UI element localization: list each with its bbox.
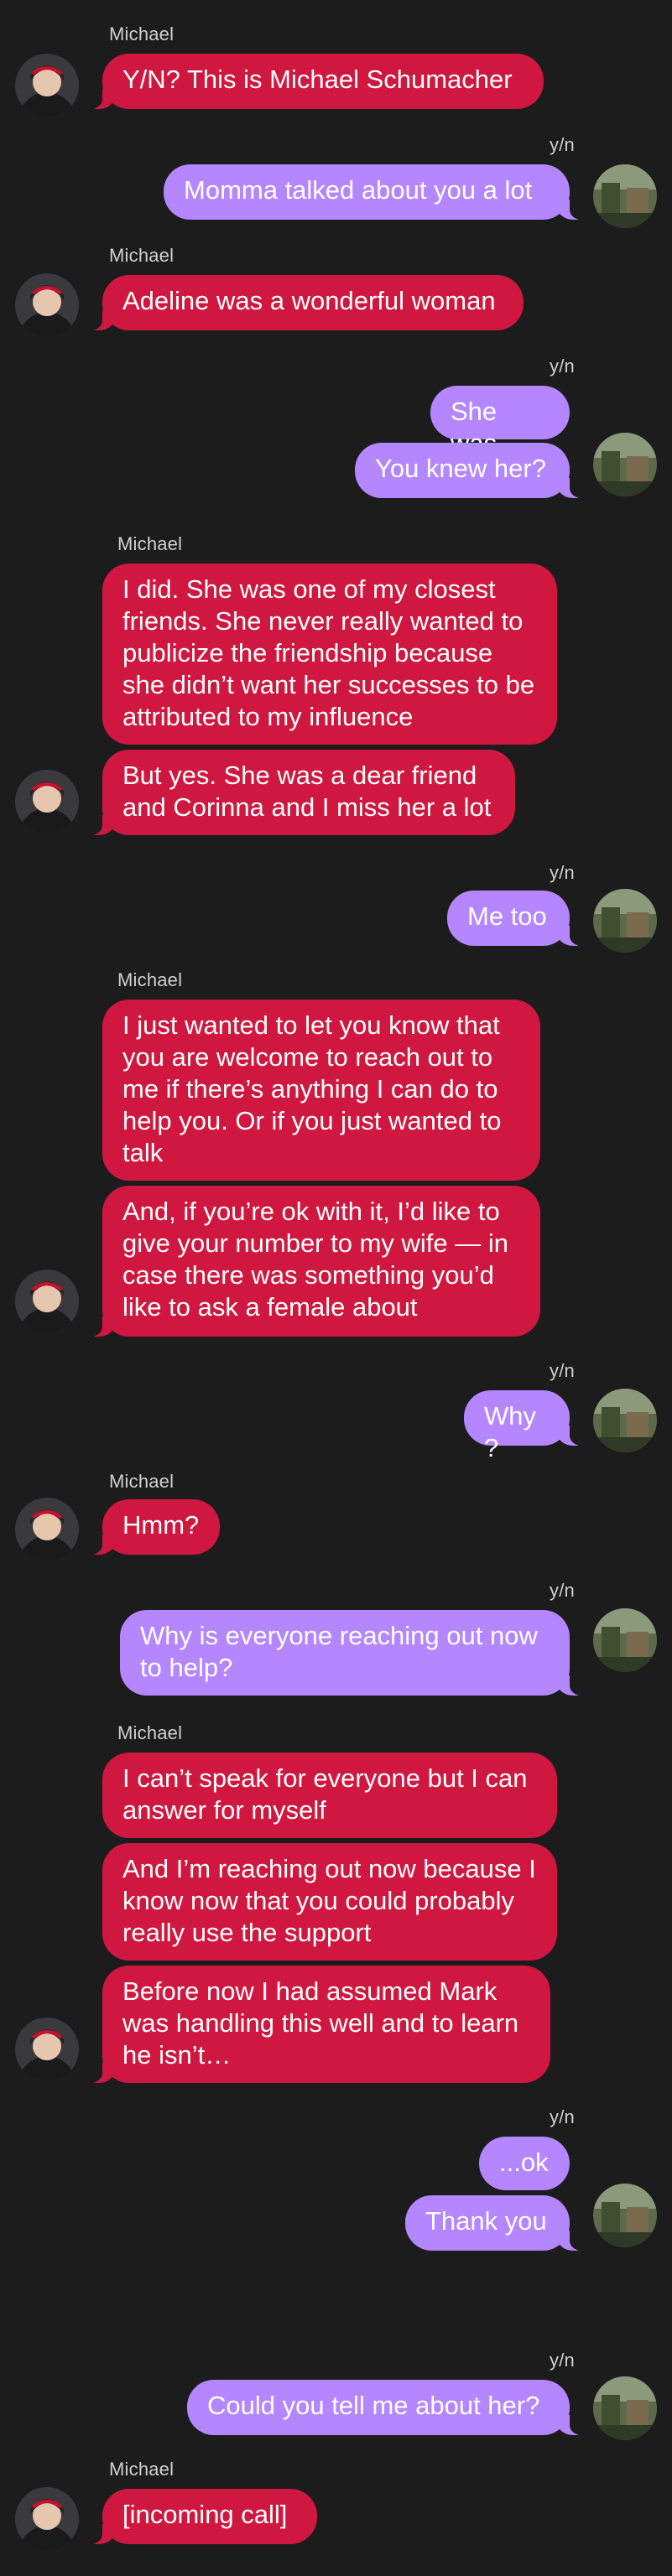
message-bubble-incoming[interactable]: And, if you’re ok with it, I’d like to g… bbox=[84, 1186, 540, 1337]
avatar-user-icon bbox=[593, 1389, 657, 1452]
sender-name: Michael bbox=[117, 533, 183, 554]
avatar-user[interactable] bbox=[593, 433, 657, 496]
avatar-user[interactable] bbox=[593, 2184, 657, 2247]
chat-thread[interactable]: Michael Y/N? This is Michael Schumacher … bbox=[0, 0, 672, 2576]
message-bubble-incoming[interactable]: Before now I had assumed Mark was handli… bbox=[84, 1966, 550, 2083]
avatar-michael[interactable] bbox=[15, 54, 79, 117]
avatar-michael[interactable] bbox=[15, 2018, 79, 2081]
sender-name: Michael bbox=[109, 1471, 175, 1492]
message-bubble-outgoing[interactable]: ...ok bbox=[479, 2137, 570, 2190]
sender-name: y/n bbox=[550, 134, 575, 155]
sender-name: Michael bbox=[109, 2459, 175, 2480]
avatar-user[interactable] bbox=[593, 889, 657, 953]
sender-name: Michael bbox=[117, 969, 183, 990]
sender-name: Michael bbox=[117, 1722, 183, 1743]
avatar-michael-icon bbox=[15, 273, 79, 337]
sender-name: Michael bbox=[109, 245, 175, 266]
sender-name: Michael bbox=[109, 23, 175, 44]
avatar-michael-icon bbox=[15, 1270, 79, 1333]
avatar-michael-icon bbox=[15, 2018, 79, 2081]
avatar-michael[interactable] bbox=[15, 2487, 79, 2551]
avatar-user[interactable] bbox=[593, 164, 657, 228]
message-bubble-outgoing[interactable]: Me too bbox=[447, 891, 588, 946]
message-bubble-outgoing[interactable]: She was bbox=[430, 386, 570, 458]
avatar-user-icon bbox=[593, 2376, 657, 2440]
message-bubble-incoming[interactable]: And I’m reaching out now because I know … bbox=[102, 1843, 557, 1961]
avatar-michael-icon bbox=[15, 2487, 79, 2551]
message-bubble-incoming[interactable]: [incoming call] bbox=[84, 2489, 317, 2544]
avatar-michael-icon bbox=[15, 1498, 79, 1561]
sender-name: y/n bbox=[550, 1580, 575, 1601]
message-bubble-outgoing[interactable]: Thank you bbox=[405, 2195, 588, 2251]
message-bubble-incoming[interactable]: But yes. She was a dear friend and Corin… bbox=[84, 750, 515, 835]
message-bubble-outgoing[interactable]: You knew her? bbox=[355, 443, 588, 498]
avatar-user-icon bbox=[593, 1608, 657, 1672]
message-bubble-incoming[interactable]: Adeline was a wonderful woman bbox=[84, 275, 524, 330]
message-bubble-outgoing[interactable]: Could you tell me about her? bbox=[187, 2380, 588, 2435]
avatar-michael[interactable] bbox=[15, 1498, 79, 1561]
avatar-michael[interactable] bbox=[15, 1270, 79, 1333]
message-bubble-incoming[interactable]: Hmm? bbox=[84, 1499, 220, 1555]
message-bubble-outgoing[interactable]: Why is everyone reaching out now to help… bbox=[120, 1610, 588, 1696]
avatar-user-icon bbox=[593, 433, 657, 496]
avatar-user-icon bbox=[593, 2184, 657, 2247]
message-bubble-incoming[interactable]: I just wanted to let you know that you a… bbox=[102, 1000, 540, 1181]
sender-name: y/n bbox=[550, 2350, 575, 2371]
avatar-michael[interactable] bbox=[15, 770, 79, 834]
avatar-user[interactable] bbox=[593, 2376, 657, 2440]
avatar-michael-icon bbox=[15, 770, 79, 834]
message-bubble-incoming[interactable]: Y/N? This is Michael Schumacher bbox=[84, 54, 544, 109]
avatar-user[interactable] bbox=[593, 1608, 657, 1672]
sender-name: y/n bbox=[550, 2106, 575, 2127]
message-bubble-outgoing[interactable]: Why? bbox=[464, 1390, 588, 1462]
message-bubble-incoming[interactable]: I did. She was one of my closest friends… bbox=[102, 564, 557, 745]
message-bubble-incoming[interactable]: I can’t speak for everyone but I can ans… bbox=[102, 1753, 557, 1838]
sender-name: y/n bbox=[550, 862, 575, 883]
message-bubble-outgoing[interactable]: Momma talked about you a lot bbox=[164, 164, 588, 220]
avatar-user[interactable] bbox=[593, 1389, 657, 1452]
avatar-michael-icon bbox=[15, 54, 79, 117]
avatar-user-icon bbox=[593, 889, 657, 953]
avatar-michael[interactable] bbox=[15, 273, 79, 337]
sender-name: y/n bbox=[550, 1360, 575, 1381]
avatar-user-icon bbox=[593, 164, 657, 228]
sender-name: y/n bbox=[550, 356, 575, 377]
